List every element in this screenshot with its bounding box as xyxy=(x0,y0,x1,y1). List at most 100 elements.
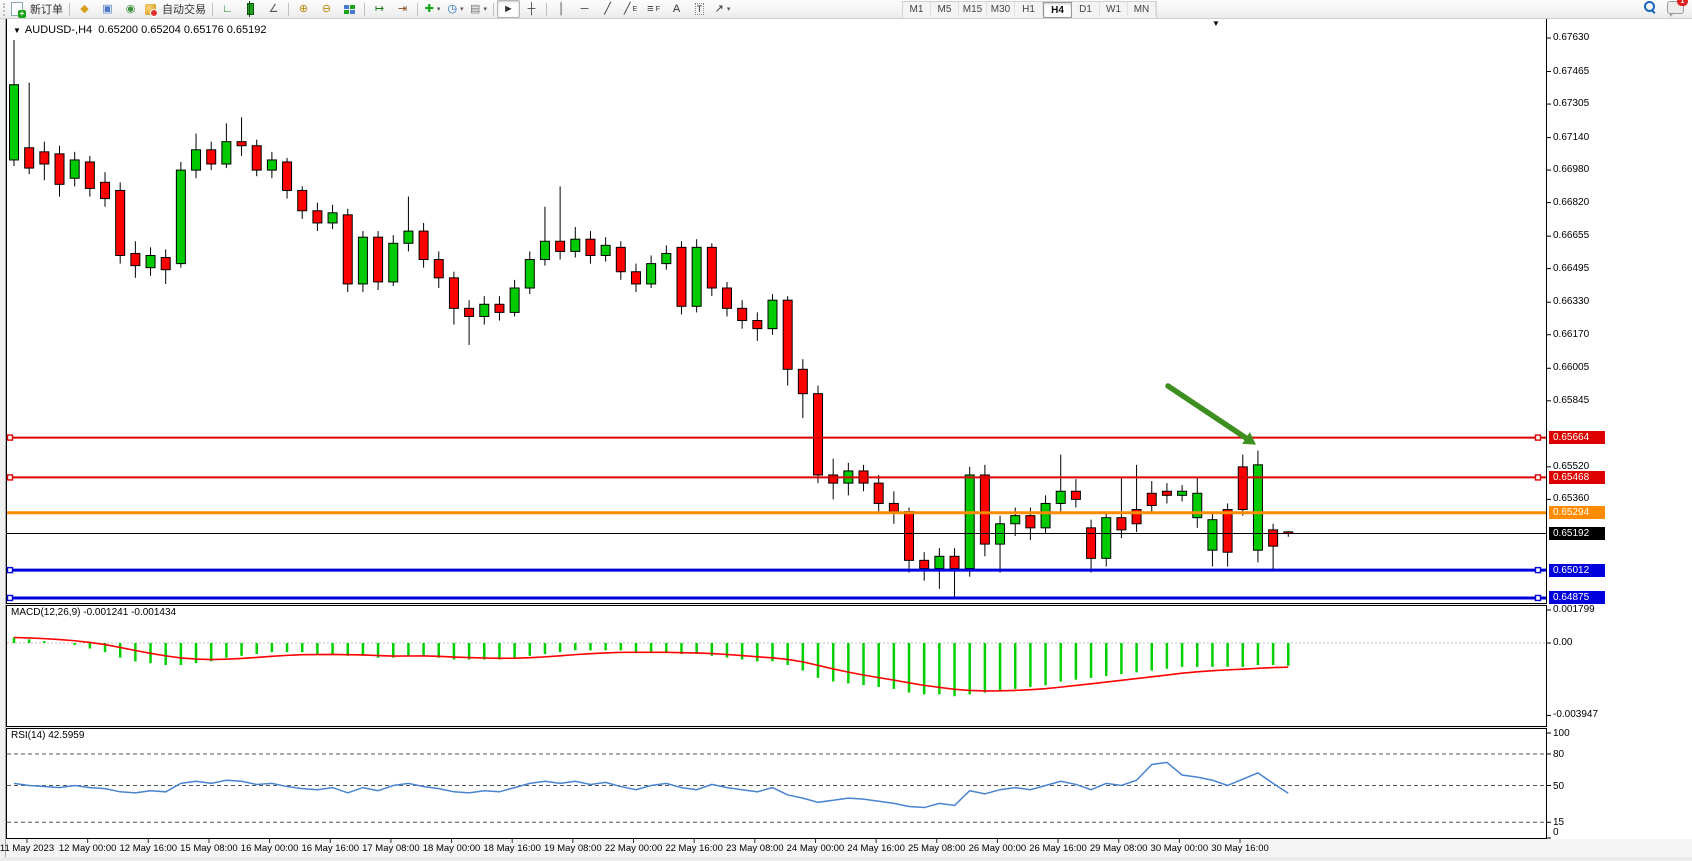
time-tick-label: 15 May 08:00 xyxy=(180,843,238,854)
cursor-button[interactable]: ► xyxy=(497,0,520,18)
time-tick-label: 11 May 2023 xyxy=(0,843,54,854)
price-tick-label: 0.67140 xyxy=(1553,132,1589,143)
notifications-icon: ◉ xyxy=(126,4,136,15)
timeframe-h1[interactable]: H1 xyxy=(1015,2,1043,16)
mql5-icon[interactable]: ◆ xyxy=(73,0,96,18)
time-tick-label: 16 May 00:00 xyxy=(241,843,299,854)
notifications-icon[interactable]: ◉ xyxy=(119,0,142,18)
price-line-label: 0.65468 xyxy=(1549,471,1605,484)
chart-shift-marker[interactable]: ▼ xyxy=(1212,19,1220,28)
line-chart-button[interactable]: ∠ xyxy=(262,0,285,18)
vline-icon: │ xyxy=(558,4,565,15)
indicators-icon: ✚ xyxy=(425,4,434,15)
timeframe-mn[interactable]: MN xyxy=(1128,2,1156,16)
macd-tick-label: 0.00 xyxy=(1553,637,1572,648)
zoom-out-icon: ⊖ xyxy=(322,4,331,15)
label-button[interactable]: T xyxy=(688,0,711,18)
time-tick-label: 24 May 00:00 xyxy=(787,843,845,854)
templates-button[interactable]: ▤▾ xyxy=(467,0,490,18)
arrows-icon: ↗ xyxy=(715,4,724,15)
time-tick-label: 25 May 08:00 xyxy=(908,843,966,854)
toolbar-separator xyxy=(417,3,418,16)
timeframe-m30[interactable]: M30 xyxy=(987,2,1015,16)
new-order-button[interactable]: +新订单 xyxy=(8,0,66,18)
bar-chart-icon: ∟ xyxy=(222,4,233,15)
autotrade-status-dot xyxy=(150,9,158,17)
search-icon[interactable] xyxy=(1644,1,1657,14)
price-tick-label: 0.66170 xyxy=(1553,329,1589,340)
symbol-dropdown-icon[interactable]: ▼ xyxy=(13,26,21,35)
trendline-button[interactable]: ╱ xyxy=(596,0,619,18)
toolbar: +新订单◆▣◉自动交易∟∠⊕⊖↦⇥✚▾◷▾▤▾►┼│─╱╱E≡FAT↗▾ M1M… xyxy=(0,0,1692,19)
chat-icon[interactable]: 1 xyxy=(1667,1,1684,14)
toolbar-separator xyxy=(546,3,547,16)
auto-scroll-button[interactable]: ↦ xyxy=(368,0,391,18)
macd-tick-label: 0.001799 xyxy=(1553,604,1595,615)
macd-pane[interactable] xyxy=(6,605,1547,727)
timeframe-h4[interactable]: H4 xyxy=(1043,2,1072,18)
time-tick-label: 16 May 16:00 xyxy=(301,843,359,854)
time-tick-label: 12 May 16:00 xyxy=(120,843,178,854)
autotrade-button[interactable]: 自动交易 xyxy=(142,0,209,18)
tile-cell xyxy=(350,10,355,14)
price-tick-label: 0.67630 xyxy=(1553,32,1589,43)
autotrade-icon xyxy=(145,4,156,15)
tile-cell xyxy=(344,10,349,14)
price-tick-label: 0.66655 xyxy=(1553,230,1589,241)
price-line-label: 0.65012 xyxy=(1549,564,1605,577)
timeframe-w1[interactable]: W1 xyxy=(1100,2,1128,16)
chart-title: ▼ AUDUSD-,H4 0.65200 0.65204 0.65176 0.65… xyxy=(13,24,267,36)
chart-ohlc-values: 0.65200 0.65204 0.65176 0.65192 xyxy=(98,24,266,36)
chart-shift-button[interactable]: ⇥ xyxy=(391,0,414,18)
timeframe-m5[interactable]: M5 xyxy=(931,2,959,16)
periods-button[interactable]: ◷▾ xyxy=(444,0,467,18)
chevron-down-icon: ▾ xyxy=(483,5,487,13)
indicators-button[interactable]: ✚▾ xyxy=(421,0,444,18)
price-line-label: 0.65664 xyxy=(1549,431,1605,444)
time-tick-label: 22 May 16:00 xyxy=(665,843,723,854)
rsi-tick-label: 100 xyxy=(1553,728,1570,739)
candle-chart-button[interactable] xyxy=(239,0,262,18)
zoom-out-button[interactable]: ⊖ xyxy=(315,0,338,18)
candle-wick xyxy=(249,1,250,17)
main-chart-pane[interactable] xyxy=(6,18,1547,604)
tile-windows-button[interactable] xyxy=(338,0,361,18)
arrows-button[interactable]: ↗▾ xyxy=(711,0,734,18)
hline-icon: ─ xyxy=(581,4,589,15)
new-order-icon: + xyxy=(11,2,23,16)
rsi-label: RSI(14) 42.5959 xyxy=(11,730,84,741)
price-tick-label: 0.67305 xyxy=(1553,98,1589,109)
zoom-in-button[interactable]: ⊕ xyxy=(292,0,315,18)
time-tick-label: 29 May 08:00 xyxy=(1090,843,1148,854)
rsi-tick-label: 0 xyxy=(1553,827,1559,838)
price-tick-label: 0.66330 xyxy=(1553,296,1589,307)
time-tick-label: 30 May 16:00 xyxy=(1211,843,1269,854)
vline-button[interactable]: │ xyxy=(550,0,573,18)
time-tick-label: 18 May 16:00 xyxy=(483,843,541,854)
mql5-icon: ◆ xyxy=(80,4,88,15)
rsi-pane[interactable] xyxy=(6,728,1547,839)
crosshair-button[interactable]: ┼ xyxy=(520,0,543,18)
price-tick-label: 0.65360 xyxy=(1553,493,1589,504)
time-tick-label: 26 May 16:00 xyxy=(1029,843,1087,854)
fibo-button[interactable]: ≡F xyxy=(642,0,665,18)
line-chart-icon: ∠ xyxy=(269,4,279,15)
text-button[interactable]: A xyxy=(665,0,688,18)
zoom-in-icon: ⊕ xyxy=(299,4,308,15)
hline-button[interactable]: ─ xyxy=(573,0,596,18)
chart-shift-icon: ⇥ xyxy=(398,4,407,15)
chart-symbol-period: AUDUSD-,H4 xyxy=(25,24,92,36)
profile-icon: ▣ xyxy=(102,4,112,15)
timeframe-m1[interactable]: M1 xyxy=(903,2,931,16)
timeframe-group: M1M5M15M30H1H4D1W1MN xyxy=(902,1,1157,19)
chat-badge: 1 xyxy=(1677,0,1688,6)
search-handle xyxy=(1651,9,1656,14)
bar-chart-button[interactable]: ∟ xyxy=(216,0,239,18)
tile-windows-icon xyxy=(344,5,355,14)
timeframe-m15[interactable]: M15 xyxy=(959,2,987,16)
channel-button[interactable]: ╱E xyxy=(619,0,642,18)
timeframe-d1[interactable]: D1 xyxy=(1072,2,1100,16)
time-tick-label: 19 May 08:00 xyxy=(544,843,602,854)
profile-icon[interactable]: ▣ xyxy=(96,0,119,18)
plus-icon: + xyxy=(18,10,26,18)
